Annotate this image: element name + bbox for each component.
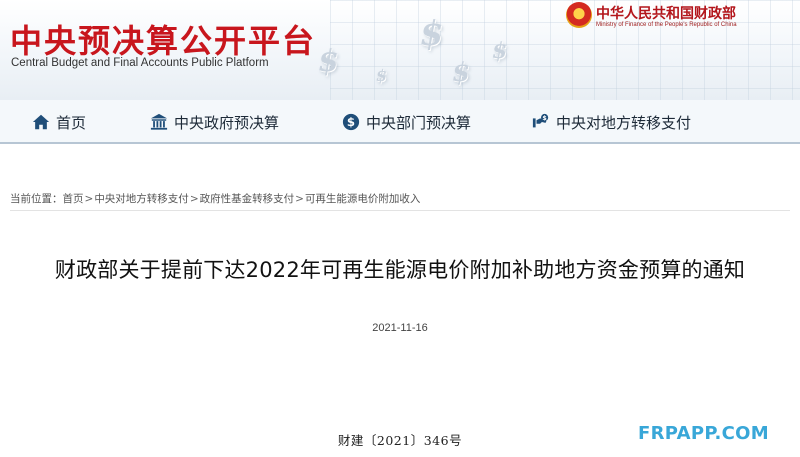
- nav-item-label: 中央对地方转移支付: [556, 113, 692, 132]
- ministry-logo[interactable]: 中华人民共和国财政部 Ministry of Finance of the Pe…: [566, 2, 796, 34]
- breadcrumb-prefix: 当前位置：: [10, 193, 63, 205]
- ministry-name-cn: 中华人民共和国财政部: [596, 6, 736, 22]
- breadcrumb-link-home[interactable]: 首页: [63, 191, 84, 206]
- svg-text:$: $: [347, 115, 355, 129]
- article-date: 2021-11-16: [372, 322, 428, 334]
- breadcrumb-separator: >: [295, 192, 304, 205]
- article-title: 财政部关于提前下达2022年可再生能源电价附加补助地方资金预算的通知: [54, 258, 746, 282]
- site-title[interactable]: 中央预决算公开平台: [10, 16, 316, 62]
- nav-item-central-government-budget[interactable]: 中央政府预决算: [150, 110, 279, 134]
- ministry-name-en: Ministry of Finance of the People's Repu…: [596, 22, 737, 28]
- nav-item-home[interactable]: 首页: [32, 110, 86, 134]
- svg-text:$: $: [542, 115, 546, 122]
- nav-item-transfer-payment[interactable]: $ 中央对地方转移支付: [532, 110, 691, 134]
- breadcrumb-separator: >: [189, 192, 199, 205]
- nav-item-label: 首页: [56, 113, 87, 132]
- header-banner: $ $ $ $ $ 中央预决算公开平台 Central Budget and F…: [0, 0, 800, 100]
- government-building-icon: [150, 113, 168, 131]
- nav-item-central-department-budget[interactable]: $ 中央部门预决算: [342, 110, 471, 134]
- breadcrumb-link-renewable-energy-surcharge[interactable]: 可再生能源电价附加收入: [305, 191, 421, 206]
- transfer-payment-icon: $: [532, 113, 550, 131]
- site-subtitle: Central Budget and Final Accounts Public…: [11, 57, 269, 69]
- breadcrumb: 当前位置： 首页 > 中央对地方转移支付 > 政府性基金转移支付 > 可再生能源…: [10, 191, 420, 206]
- watermark: FRPAPP.COM: [638, 423, 769, 444]
- national-emblem-icon: [566, 2, 592, 28]
- nav-item-label: 中央政府预决算: [174, 113, 280, 132]
- breadcrumb-link-transfer-payment[interactable]: 中央对地方转移支付: [94, 191, 189, 206]
- breadcrumb-link-government-fund-transfer[interactable]: 政府性基金转移支付: [200, 191, 295, 206]
- dollar-coin-icon: $: [342, 113, 360, 131]
- main-nav: 首页 中央政府预决算 $ 中央部门预决算 $ 中央对地方转移支付: [0, 100, 800, 144]
- nav-item-label: 中央部门预决算: [366, 113, 472, 132]
- divider: [10, 210, 790, 211]
- home-icon: [32, 113, 50, 131]
- breadcrumb-separator: >: [84, 192, 94, 205]
